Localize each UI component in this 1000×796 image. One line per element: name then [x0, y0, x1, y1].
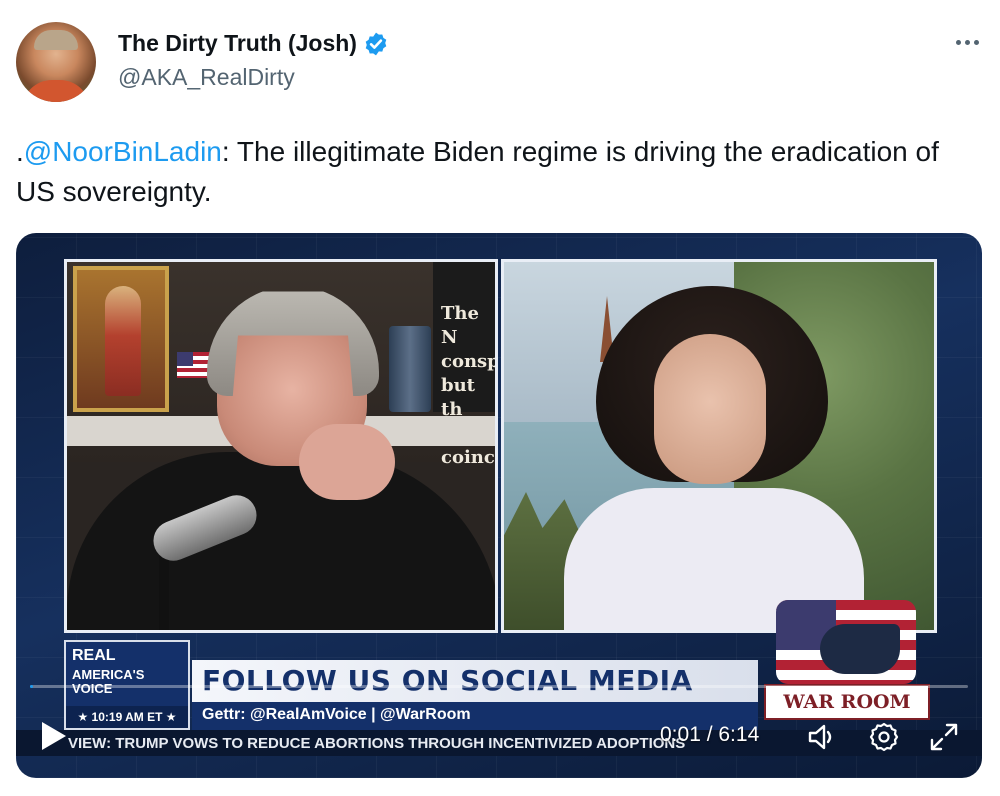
video-time-readout: 0:01 / 6:14 — [660, 723, 760, 746]
mention-link[interactable]: @NoorBinLadin — [24, 136, 222, 167]
avatar[interactable] — [16, 22, 96, 102]
fullscreen-icon[interactable] — [928, 721, 960, 753]
video-progress-fill — [30, 685, 33, 688]
painting-figure — [105, 286, 141, 396]
play-icon[interactable] — [38, 720, 68, 752]
broadcast-clock: ★ 10:19 AM ET ★ — [66, 706, 188, 728]
host-hand — [299, 424, 395, 500]
more-dot — [955, 39, 961, 45]
set-sign-line: N — [441, 327, 458, 348]
tweet-prefix: . — [16, 136, 24, 167]
avatar-cap — [34, 30, 78, 50]
volume-icon[interactable] — [806, 721, 838, 753]
video-player[interactable]: The N consp but th I coinc REAL AMERICA'… — [16, 233, 982, 778]
set-sign-line: The — [441, 303, 479, 324]
author-name-row: The Dirty Truth (Josh) — [118, 30, 389, 57]
eagle-flag-icon — [776, 600, 916, 684]
verified-badge-icon — [365, 32, 387, 55]
painting-image — [73, 266, 169, 412]
author-display-name[interactable]: The Dirty Truth (Josh) — [118, 30, 357, 57]
guest-face — [654, 334, 766, 484]
host-body — [67, 452, 495, 630]
war-room-logo-text: WAR ROOM — [764, 684, 930, 720]
set-sign-line: but th — [441, 375, 475, 420]
more-dot — [964, 39, 970, 45]
avatar-shirt — [22, 80, 90, 102]
settings-gear-icon[interactable] — [868, 721, 900, 753]
social-handles: Gettr: @RealAmVoice | @WarRoom — [202, 706, 471, 723]
ticker-text: VIEW: TRUMP VOWS TO REDUCE ABORTIONS THR… — [68, 735, 686, 752]
network-logo-line2: AMERICA'S VOICE — [72, 667, 145, 696]
more-dot — [973, 39, 979, 45]
network-logo-line1: REAL — [72, 647, 116, 664]
broadcast-headline: FOLLOW US ON SOCIAL MEDIA — [202, 664, 693, 697]
video-panel-guest — [501, 259, 937, 633]
tweet-text: .@NoorBinLadin: The illegitimate Biden r… — [16, 132, 981, 212]
set-sign-line: coinc — [441, 447, 495, 468]
more-options-icon[interactable] — [950, 30, 984, 54]
mug-image — [389, 326, 431, 412]
set-sign: The N consp but th I coinc — [433, 262, 498, 468]
set-sign-line: consp — [441, 351, 498, 372]
author-handle[interactable]: @AKA_RealDirty — [118, 64, 295, 91]
video-panel-host: The N consp but th I coinc — [64, 259, 498, 633]
war-room-logo: WAR ROOM — [758, 600, 936, 730]
lower-third: REAL AMERICA'S VOICE ★ 10:19 AM ET ★ FOL… — [64, 600, 936, 730]
video-progress-bar[interactable] — [30, 685, 968, 688]
headline-bar: FOLLOW US ON SOCIAL MEDIA — [192, 660, 758, 702]
